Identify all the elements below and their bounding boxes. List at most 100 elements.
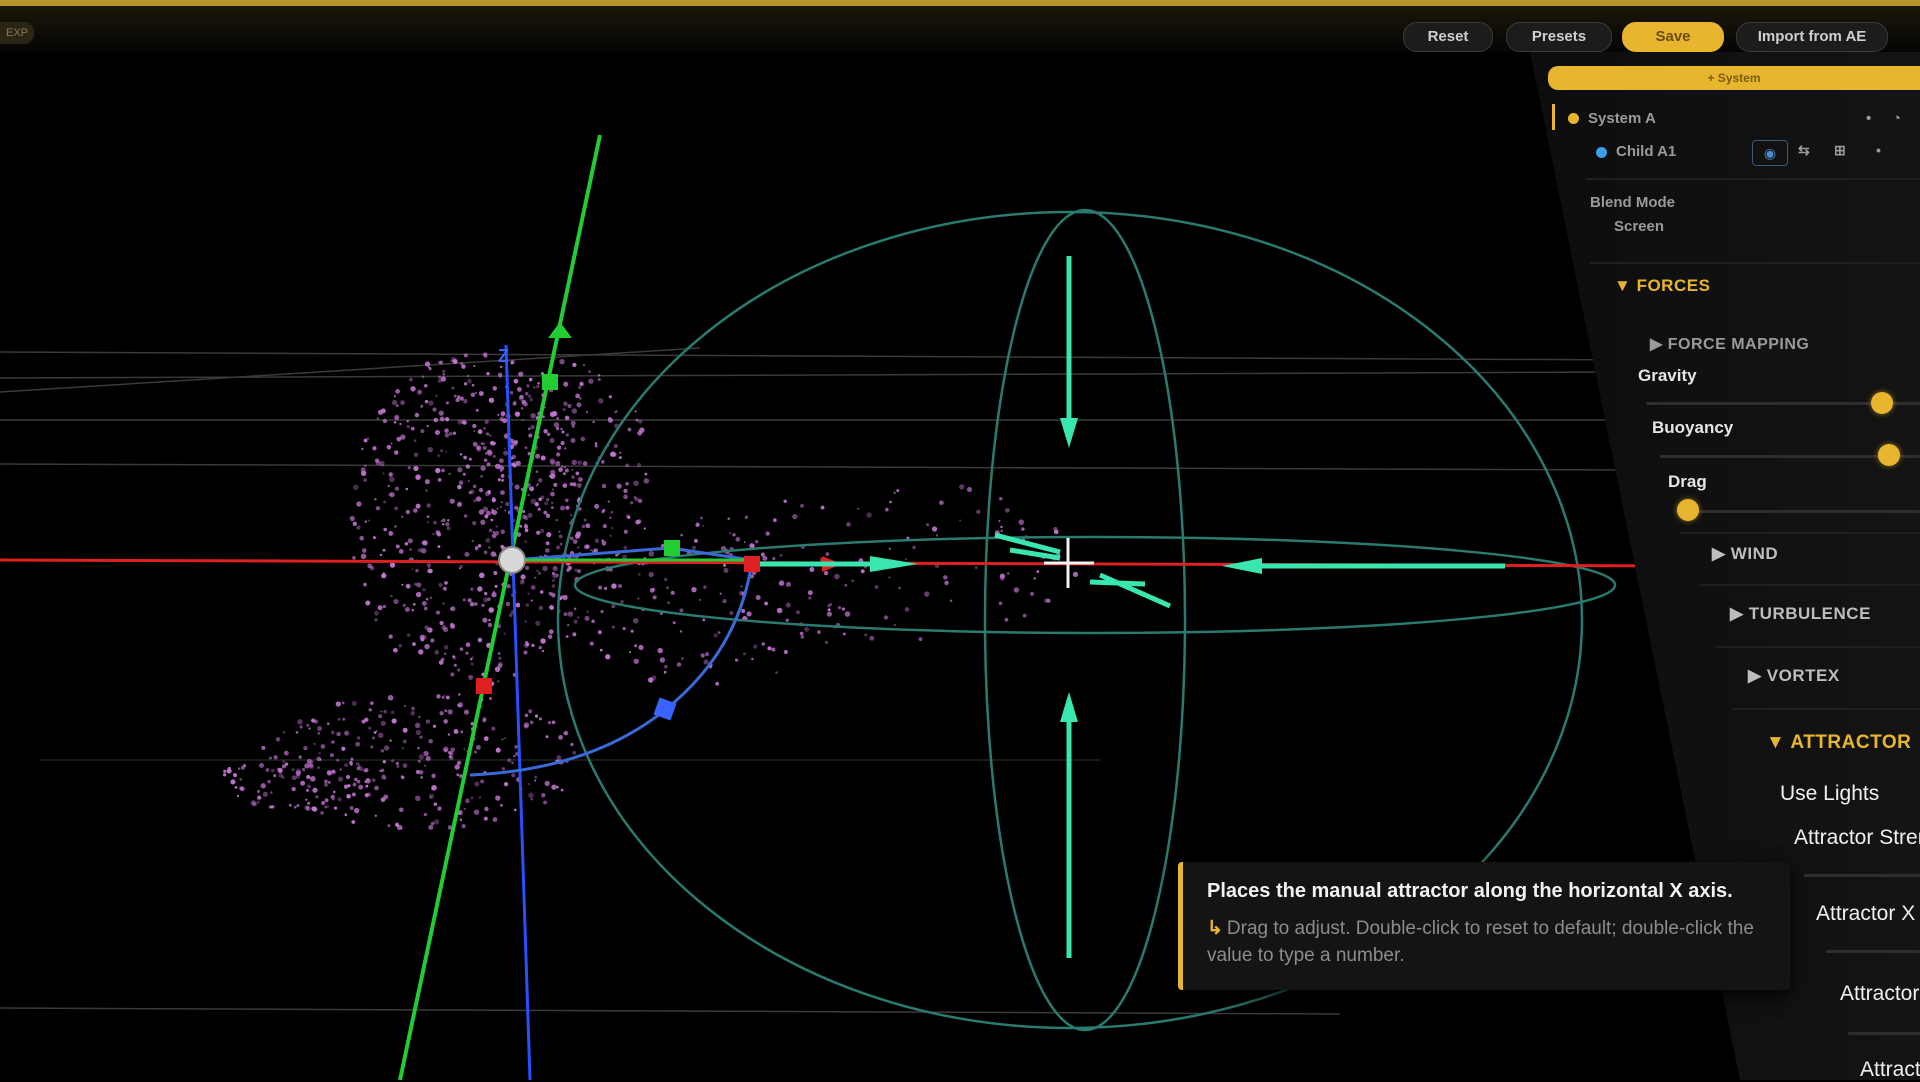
particle bbox=[630, 629, 634, 633]
section-attractor[interactable]: ▼ ATTRACTOR bbox=[1766, 732, 1911, 754]
particle bbox=[594, 503, 600, 509]
settings-icon[interactable]: ⊞ bbox=[1834, 142, 1846, 159]
particle bbox=[703, 585, 707, 589]
particle bbox=[463, 353, 468, 358]
particle bbox=[633, 480, 639, 487]
buoyancy-slider-handle[interactable] bbox=[1877, 444, 1900, 466]
use-lights-toggle-label[interactable]: Use Lights bbox=[1780, 782, 1879, 806]
particle bbox=[508, 613, 513, 617]
more-icon[interactable]: • bbox=[1876, 142, 1881, 158]
eye-icon[interactable]: ◉ bbox=[1752, 140, 1788, 166]
reset-button[interactable]: Reset bbox=[1403, 22, 1493, 52]
section-force-mapping[interactable]: ▶ FORCE MAPPING bbox=[1650, 334, 1809, 354]
particle bbox=[459, 818, 463, 822]
particle bbox=[664, 577, 668, 582]
particle bbox=[326, 722, 330, 725]
particle bbox=[375, 460, 381, 466]
particle bbox=[389, 476, 395, 483]
particle bbox=[483, 427, 486, 430]
particle bbox=[550, 469, 556, 475]
gravity-slider-handle[interactable] bbox=[1870, 392, 1893, 414]
section-vortex[interactable]: ▶ VORTEX bbox=[1748, 666, 1840, 686]
layer-item-system-a[interactable]: System A bbox=[1588, 110, 1656, 127]
particle bbox=[561, 465, 564, 468]
layer-item-child-a1[interactable]: Child A1 bbox=[1616, 143, 1676, 160]
import-button[interactable]: Import from AE bbox=[1736, 22, 1888, 52]
presets-button[interactable]: Presets bbox=[1506, 22, 1612, 52]
particle bbox=[545, 541, 550, 546]
y-axis-handle[interactable] bbox=[542, 374, 558, 390]
particle bbox=[648, 571, 654, 578]
particle bbox=[513, 378, 519, 384]
particle bbox=[452, 655, 455, 658]
particle bbox=[448, 472, 451, 476]
section-forces[interactable]: ▼ FORCES bbox=[1614, 276, 1710, 296]
particle bbox=[482, 445, 487, 451]
particle bbox=[421, 600, 427, 606]
particle bbox=[525, 603, 530, 607]
particle bbox=[432, 532, 435, 536]
drag-slider[interactable] bbox=[1676, 510, 1920, 513]
particle bbox=[949, 599, 953, 603]
add-system-tab[interactable]: + System bbox=[1548, 66, 1920, 90]
particle bbox=[443, 694, 446, 697]
particle bbox=[574, 568, 578, 572]
blend-mode-select[interactable]: Screen bbox=[1614, 218, 1664, 235]
particle bbox=[586, 610, 589, 613]
particle bbox=[611, 625, 615, 629]
particle bbox=[496, 507, 499, 510]
visibility-icon[interactable]: ◔ bbox=[1892, 110, 1901, 127]
particle bbox=[427, 627, 433, 633]
particle bbox=[483, 736, 489, 741]
particle bbox=[416, 582, 422, 588]
particle bbox=[834, 573, 840, 580]
attractor-x-slider[interactable] bbox=[1826, 950, 1920, 953]
particle bbox=[609, 516, 612, 519]
particle bbox=[425, 489, 428, 492]
particle bbox=[488, 618, 491, 622]
particle bbox=[713, 633, 718, 638]
particle bbox=[844, 611, 851, 617]
attractor-y-slider[interactable] bbox=[1848, 1032, 1920, 1035]
gizmo-center[interactable] bbox=[498, 546, 526, 574]
section-turbulence[interactable]: ▶ TURBULENCE bbox=[1730, 604, 1871, 624]
y-axis-line[interactable] bbox=[398, 134, 602, 1080]
particle bbox=[430, 821, 435, 826]
x-axis-handle-lower[interactable] bbox=[476, 678, 492, 694]
particle bbox=[480, 465, 486, 471]
particle bbox=[351, 701, 357, 707]
x-handle[interactable] bbox=[744, 556, 760, 572]
particle bbox=[555, 461, 561, 467]
mode-chip[interactable]: EXP bbox=[0, 22, 34, 44]
particle bbox=[607, 416, 612, 421]
particle bbox=[447, 750, 452, 755]
z-axis-line[interactable] bbox=[504, 344, 532, 1080]
section-wind[interactable]: ▶ WIND bbox=[1712, 544, 1778, 564]
particle bbox=[509, 390, 514, 395]
particle bbox=[428, 824, 434, 830]
particle bbox=[470, 796, 474, 800]
particle bbox=[410, 711, 415, 716]
particle bbox=[488, 696, 493, 701]
save-button[interactable]: Save bbox=[1622, 22, 1724, 52]
particle bbox=[556, 785, 559, 789]
particle bbox=[492, 386, 498, 391]
particle bbox=[321, 801, 326, 806]
particle bbox=[556, 452, 561, 457]
particle bbox=[594, 442, 598, 445]
particle bbox=[772, 557, 776, 561]
attractor-strength-slider[interactable] bbox=[1804, 874, 1920, 877]
y-handle[interactable] bbox=[664, 540, 680, 556]
particle bbox=[288, 803, 292, 807]
particle bbox=[262, 791, 268, 797]
link-icon[interactable]: ⇆ bbox=[1798, 142, 1810, 159]
particle bbox=[324, 798, 329, 803]
attractor-crosshair[interactable] bbox=[1044, 538, 1094, 588]
more-icon[interactable]: • bbox=[1866, 110, 1871, 127]
particle bbox=[349, 805, 354, 811]
particle bbox=[775, 671, 778, 674]
particle bbox=[700, 516, 703, 520]
particle bbox=[926, 523, 930, 527]
particle bbox=[594, 538, 600, 543]
particle bbox=[510, 360, 515, 365]
